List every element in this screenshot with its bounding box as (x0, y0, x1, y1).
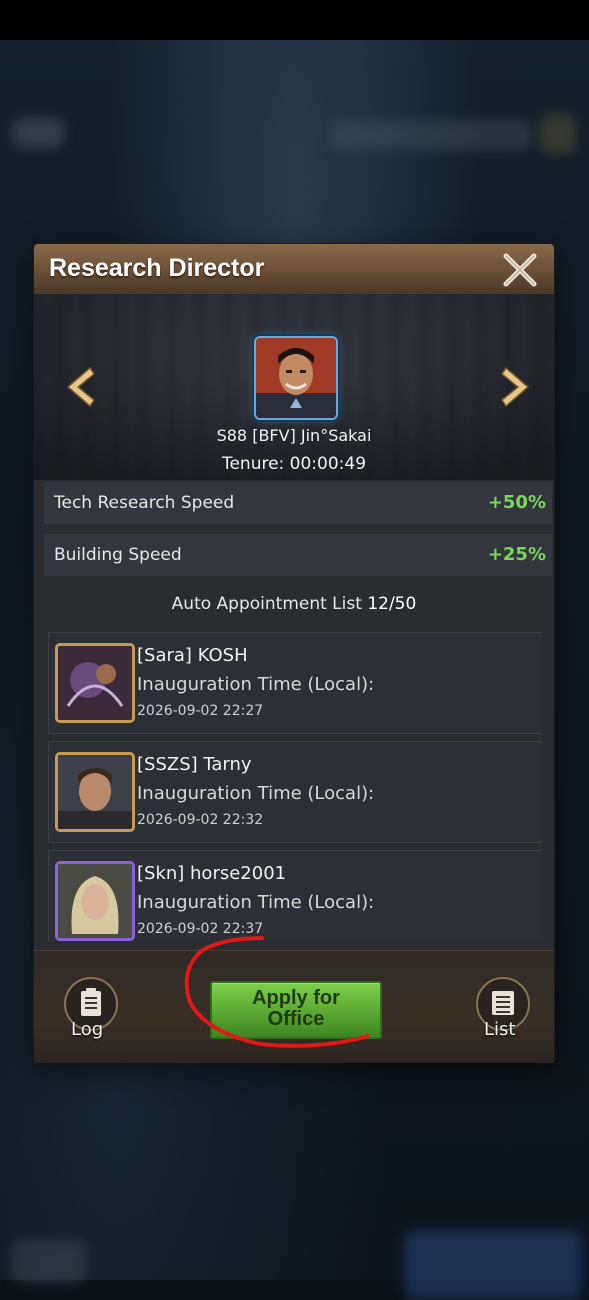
avatar (55, 861, 135, 941)
blurred-back-button (12, 118, 64, 148)
inauguration-label: Inauguration Time (Local): (137, 783, 375, 804)
close-icon (503, 253, 537, 287)
apply-for-office-button[interactable]: Apply for Office (210, 981, 382, 1039)
apply-button-label: Apply for Office (212, 988, 380, 1030)
stat-row-tech-research: Tech Research Speed +50% (44, 482, 552, 524)
officer-name: S88 [BFV] Jin°Sakai (216, 426, 372, 445)
appointee-name: [Sara] KOSH (137, 645, 248, 666)
auto-appointment-header: Auto Appointment List 12/50 (34, 594, 554, 614)
prev-officer-button[interactable] (60, 364, 100, 410)
chevron-right-icon (500, 366, 530, 408)
appointee-name: [SSZS] Tarny (137, 754, 252, 775)
avatar-image (58, 864, 132, 938)
stat-label: Building Speed (54, 545, 182, 565)
stat-label: Tech Research Speed (54, 493, 235, 513)
apply-label-line2: Office (267, 1008, 325, 1030)
officer-avatar[interactable] (254, 336, 338, 420)
blurred-header-info (332, 120, 532, 150)
list-label: List (484, 1019, 516, 1040)
inauguration-time: 2026-09-02 22:32 (137, 812, 264, 828)
blurred-footer-button (404, 1230, 582, 1300)
research-director-dialog: Research Director S88 [BFV] Jin°Sakai Te… (34, 244, 554, 1063)
officer-portrait-image (256, 338, 336, 418)
inauguration-time: 2026-09-02 22:27 (137, 703, 264, 719)
dialog-title: Research Director (49, 254, 265, 282)
close-button[interactable] (500, 250, 540, 290)
avatar (55, 752, 135, 832)
dialog-header: Research Director (34, 244, 554, 294)
appointee-name: [Skn] horse2001 (137, 863, 287, 884)
inauguration-time: 2026-09-02 22:37 (137, 921, 264, 937)
next-officer-button[interactable] (496, 364, 536, 410)
list-item[interactable]: [Sara] KOSH Inauguration Time (Local): 2… (48, 632, 542, 734)
list-item[interactable]: [Skn] horse2001 Inauguration Time (Local… (48, 850, 542, 942)
dialog-footer: Log Apply for Office List (34, 950, 554, 1063)
stat-value: +50% (487, 492, 546, 513)
avatar-image (58, 755, 132, 829)
log-label: Log (71, 1019, 104, 1040)
list-item[interactable]: [SSZS] Tarny Inauguration Time (Local): … (48, 741, 542, 843)
blurred-footer-left (12, 1240, 86, 1284)
stat-value: +25% (487, 544, 546, 565)
appointment-list[interactable]: [Sara] KOSH Inauguration Time (Local): 2… (48, 630, 542, 942)
officer-tenure: Tenure: 00:00:49 (221, 454, 367, 474)
stat-row-building-speed: Building Speed +25% (44, 534, 552, 576)
status-bar (0, 0, 589, 40)
auto-appointment-label: Auto Appointment List (171, 594, 362, 614)
avatar-image (58, 646, 132, 720)
inauguration-label: Inauguration Time (Local): (137, 674, 375, 695)
chevron-left-icon (66, 366, 96, 408)
avatar (55, 643, 135, 723)
blurred-header-icon (540, 114, 576, 154)
auto-appointment-count: 12/50 (367, 594, 417, 614)
inauguration-label: Inauguration Time (Local): (137, 892, 375, 913)
apply-label-line1: Apply for (252, 987, 340, 1009)
